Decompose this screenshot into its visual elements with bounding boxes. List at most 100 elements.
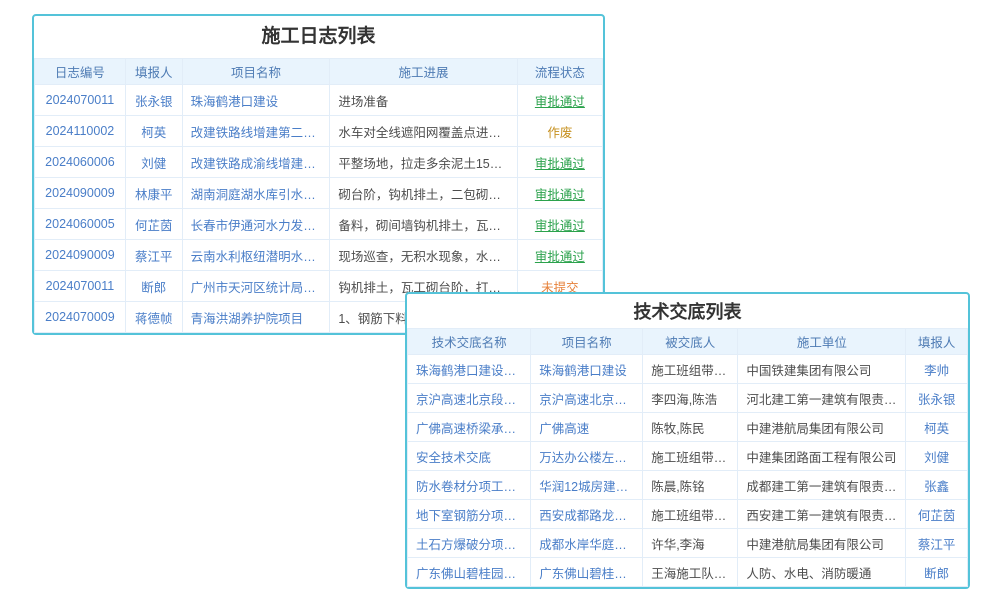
construction-unit-text: 人防、水电、消防暖通: [738, 558, 906, 587]
reporter-link[interactable]: 刘健: [906, 442, 968, 471]
project-name-link[interactable]: 珠海鹤港口建设: [182, 85, 330, 116]
disclosure-name-link[interactable]: 广佛高速桥梁承台施...: [408, 413, 531, 442]
project-name-link[interactable]: 华润12城房建工...: [531, 471, 643, 500]
table-row: 珠海鹤港口建设抗浮... 珠海鹤港口建设 施工班组带班... 中国铁建集团有限公…: [408, 355, 968, 384]
reporter-link[interactable]: 柯英: [125, 116, 182, 147]
table-row: 安全技术交底 万达办公楼左侧A... 施工班组带班... 中建集团路面工程有限公…: [408, 442, 968, 471]
log-id-link[interactable]: 2024070011: [35, 271, 126, 302]
table-row: 2024070011 张永银 珠海鹤港口建设 进场准备 审批通过: [35, 85, 603, 116]
column-header-construction-unit: 施工单位: [738, 329, 906, 355]
technical-disclosure-panel: 技术交底列表 技术交底名称 项目名称 被交底人 施工单位 填报人 珠海鹤港口建设…: [405, 292, 970, 589]
reporter-link[interactable]: 张永银: [125, 85, 182, 116]
project-name-link[interactable]: 广东佛山碧桂园项目: [531, 558, 643, 587]
table-row: 2024110002 柯英 改建铁路线增建第二线直... 水车对全线遮阳网覆盖点…: [35, 116, 603, 147]
disclosure-name-link[interactable]: 防水卷材分项工程施...: [408, 471, 531, 500]
table-row: 2024090009 蔡江平 云南水利枢纽潜明水库一... 现场巡查，无积水现象…: [35, 240, 603, 271]
log-id-link[interactable]: 2024070011: [35, 85, 126, 116]
reporter-link[interactable]: 柯英: [906, 413, 968, 442]
table-row: 广东佛山碧桂园项目... 广东佛山碧桂园项目 王海施工队全队 人防、水电、消防暖…: [408, 558, 968, 587]
receiver-text: 施工班组带班...: [643, 500, 738, 529]
reporter-link[interactable]: 张永银: [906, 384, 968, 413]
reporter-link[interactable]: 蔡江平: [906, 529, 968, 558]
table-row: 2024060006 刘健 改建铁路成渝线增建第二... 平整场地，拉走多余泥土…: [35, 147, 603, 178]
status-badge[interactable]: 审批通过: [517, 209, 602, 240]
reporter-link[interactable]: 何芷茵: [906, 500, 968, 529]
progress-text: 水车对全线遮阳网覆盖点进行...: [330, 116, 517, 147]
status-badge[interactable]: 审批通过: [517, 178, 602, 209]
project-name-link[interactable]: 珠海鹤港口建设: [531, 355, 643, 384]
project-name-link[interactable]: 广州市天河区统计局机房...: [182, 271, 330, 302]
log-id-link[interactable]: 2024090009: [35, 240, 126, 271]
table-row: 土石方爆破分项工程... 成都水岸华庭名苑... 许华,李海 中建港航局集团有限…: [408, 529, 968, 558]
project-name-link[interactable]: 西安成都路龙湖上...: [531, 500, 643, 529]
status-badge[interactable]: 作废: [517, 116, 602, 147]
reporter-link[interactable]: 刘健: [125, 147, 182, 178]
disclosure-name-link[interactable]: 京沪高速北京段维修...: [408, 384, 531, 413]
reporter-link[interactable]: 张鑫: [906, 471, 968, 500]
construction-log-panel: 施工日志列表 日志编号 填报人 项目名称 施工进展 流程状态 202407001…: [32, 14, 605, 335]
disclosure-name-link[interactable]: 地下室钢筋分项工程...: [408, 500, 531, 529]
project-name-link[interactable]: 京沪高速北京段维修: [531, 384, 643, 413]
project-name-link[interactable]: 青海洪湖养护院项目: [182, 302, 330, 333]
disclosure-name-link[interactable]: 广东佛山碧桂园项目...: [408, 558, 531, 587]
log-id-link[interactable]: 2024090009: [35, 178, 126, 209]
reporter-link[interactable]: 何芷茵: [125, 209, 182, 240]
disclosure-name-link[interactable]: 珠海鹤港口建设抗浮...: [408, 355, 531, 384]
project-name-link[interactable]: 成都水岸华庭名苑...: [531, 529, 643, 558]
table-row: 2024060005 何芷茵 长春市伊通河水力发电厂... 备料，砌间墙钩机排土…: [35, 209, 603, 240]
progress-text: 平整场地，拉走多余泥土15辆...: [330, 147, 517, 178]
disclosure-name-link[interactable]: 安全技术交底: [408, 442, 531, 471]
table-row: 广佛高速桥梁承台施... 广佛高速 陈牧,陈民 中建港航局集团有限公司 柯英: [408, 413, 968, 442]
column-header-project-name: 项目名称: [531, 329, 643, 355]
project-name-link[interactable]: 广佛高速: [531, 413, 643, 442]
column-header-project-name: 项目名称: [182, 59, 330, 85]
project-name-link[interactable]: 改建铁路成渝线增建第二...: [182, 147, 330, 178]
construction-unit-text: 河北建工第一建筑有限责任公司: [738, 384, 906, 413]
column-header-log-id: 日志编号: [35, 59, 126, 85]
column-header-receiver: 被交底人: [643, 329, 738, 355]
receiver-text: 陈牧,陈民: [643, 413, 738, 442]
project-name-link[interactable]: 长春市伊通河水力发电厂...: [182, 209, 330, 240]
construction-unit-text: 中建港航局集团有限公司: [738, 529, 906, 558]
progress-text: 进场准备: [330, 85, 517, 116]
reporter-link[interactable]: 林康平: [125, 178, 182, 209]
construction-unit-text: 中建港航局集团有限公司: [738, 413, 906, 442]
column-header-reporter: 填报人: [125, 59, 182, 85]
progress-text: 现场巡查，无积水现象，水马...: [330, 240, 517, 271]
construction-log-table-header: 日志编号 填报人 项目名称 施工进展 流程状态: [35, 59, 603, 85]
receiver-text: 陈晨,陈铭: [643, 471, 738, 500]
log-id-link[interactable]: 2024110002: [35, 116, 126, 147]
project-name-link[interactable]: 云南水利枢纽潜明水库一...: [182, 240, 330, 271]
project-name-link[interactable]: 万达办公楼左侧A...: [531, 442, 643, 471]
log-id-link[interactable]: 2024070009: [35, 302, 126, 333]
receiver-text: 施工班组带班...: [643, 355, 738, 384]
status-badge[interactable]: 审批通过: [517, 147, 602, 178]
receiver-text: 施工班组带班...: [643, 442, 738, 471]
header-row: 技术交底名称 项目名称 被交底人 施工单位 填报人: [408, 329, 968, 355]
reporter-link[interactable]: 蔡江平: [125, 240, 182, 271]
log-id-link[interactable]: 2024060005: [35, 209, 126, 240]
log-id-link[interactable]: 2024060006: [35, 147, 126, 178]
status-badge[interactable]: 审批通过: [517, 85, 602, 116]
reporter-link[interactable]: 断郎: [906, 558, 968, 587]
status-badge[interactable]: 审批通过: [517, 240, 602, 271]
disclosure-name-link[interactable]: 土石方爆破分项工程...: [408, 529, 531, 558]
progress-text: 备料，砌间墙钩机排土，瓦工...: [330, 209, 517, 240]
reporter-link[interactable]: 蒋德帧: [125, 302, 182, 333]
technical-disclosure-table-header: 技术交底名称 项目名称 被交底人 施工单位 填报人: [408, 329, 968, 355]
construction-log-panel-title: 施工日志列表: [34, 16, 603, 58]
project-name-link[interactable]: 改建铁路线增建第二线直...: [182, 116, 330, 147]
column-header-progress: 施工进展: [330, 59, 517, 85]
construction-unit-text: 中国铁建集团有限公司: [738, 355, 906, 384]
receiver-text: 王海施工队全队: [643, 558, 738, 587]
reporter-link[interactable]: 断郎: [125, 271, 182, 302]
table-row: 防水卷材分项工程施... 华润12城房建工... 陈晨,陈铭 成都建工第一建筑有…: [408, 471, 968, 500]
receiver-text: 许华,李海: [643, 529, 738, 558]
column-header-disclosure-name: 技术交底名称: [408, 329, 531, 355]
construction-unit-text: 成都建工第一建筑有限责任公司: [738, 471, 906, 500]
construction-unit-text: 中建集团路面工程有限公司: [738, 442, 906, 471]
reporter-link[interactable]: 李帅: [906, 355, 968, 384]
table-row: 地下室钢筋分项工程... 西安成都路龙湖上... 施工班组带班... 西安建工第…: [408, 500, 968, 529]
project-name-link[interactable]: 湖南洞庭湖水库引水工程...: [182, 178, 330, 209]
column-header-reporter: 填报人: [906, 329, 968, 355]
